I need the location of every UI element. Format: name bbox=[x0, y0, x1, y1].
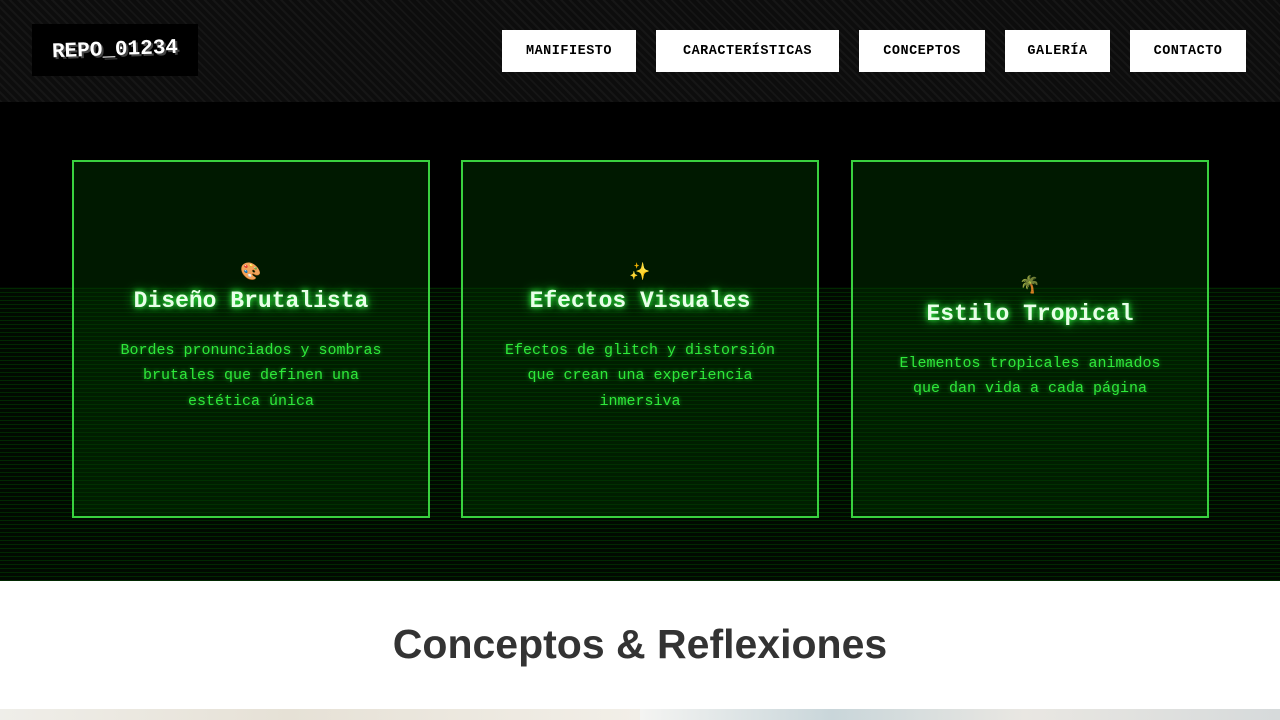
concept-image-right bbox=[640, 709, 1280, 720]
site-header: REPO_01234 MANIFIESTO CARACTERÍSTICAS CO… bbox=[0, 0, 1280, 102]
nav-contacto[interactable]: CONTACTO bbox=[1130, 30, 1246, 72]
nav-galeria[interactable]: GALERÍA bbox=[1005, 30, 1110, 72]
palette-icon: 🎨 bbox=[240, 263, 262, 283]
nav-conceptos[interactable]: CONCEPTOS bbox=[859, 30, 985, 72]
concepts-section: Conceptos & Reflexiones bbox=[0, 581, 1280, 720]
feature-description: Bordes pronunciados y sombras brutales q… bbox=[120, 341, 382, 410]
feature-title: Diseño Brutalista bbox=[133, 287, 369, 314]
logo-text: REPO_01234 bbox=[51, 36, 179, 64]
logo[interactable]: REPO_01234 bbox=[32, 24, 198, 76]
nav-caracteristicas[interactable]: CARACTERÍSTICAS bbox=[656, 30, 839, 72]
feature-title: Efectos Visuales bbox=[529, 287, 751, 314]
feature-title: Estilo Tropical bbox=[926, 300, 1134, 327]
feature-card-brutalista: 🎨 Diseño Brutalista Bordes pronunciados … bbox=[72, 160, 430, 518]
feature-card-efectos: ✨ Efectos Visuales Efectos de glitch y d… bbox=[461, 160, 819, 518]
palm-tree-icon: 🌴 bbox=[1019, 276, 1041, 296]
feature-description: Elementos tropicales animados que dan vi… bbox=[899, 354, 1161, 398]
concepts-title: Conceptos & Reflexiones bbox=[392, 621, 888, 667]
concept-image-left bbox=[0, 709, 640, 720]
feature-card-tropical: 🌴 Estilo Tropical Elementos tropicales a… bbox=[851, 160, 1209, 518]
nav-manifiesto[interactable]: MANIFIESTO bbox=[502, 30, 636, 72]
sparkles-icon: ✨ bbox=[629, 263, 651, 283]
feature-description: Efectos de glitch y distorsión que crean… bbox=[504, 341, 776, 410]
